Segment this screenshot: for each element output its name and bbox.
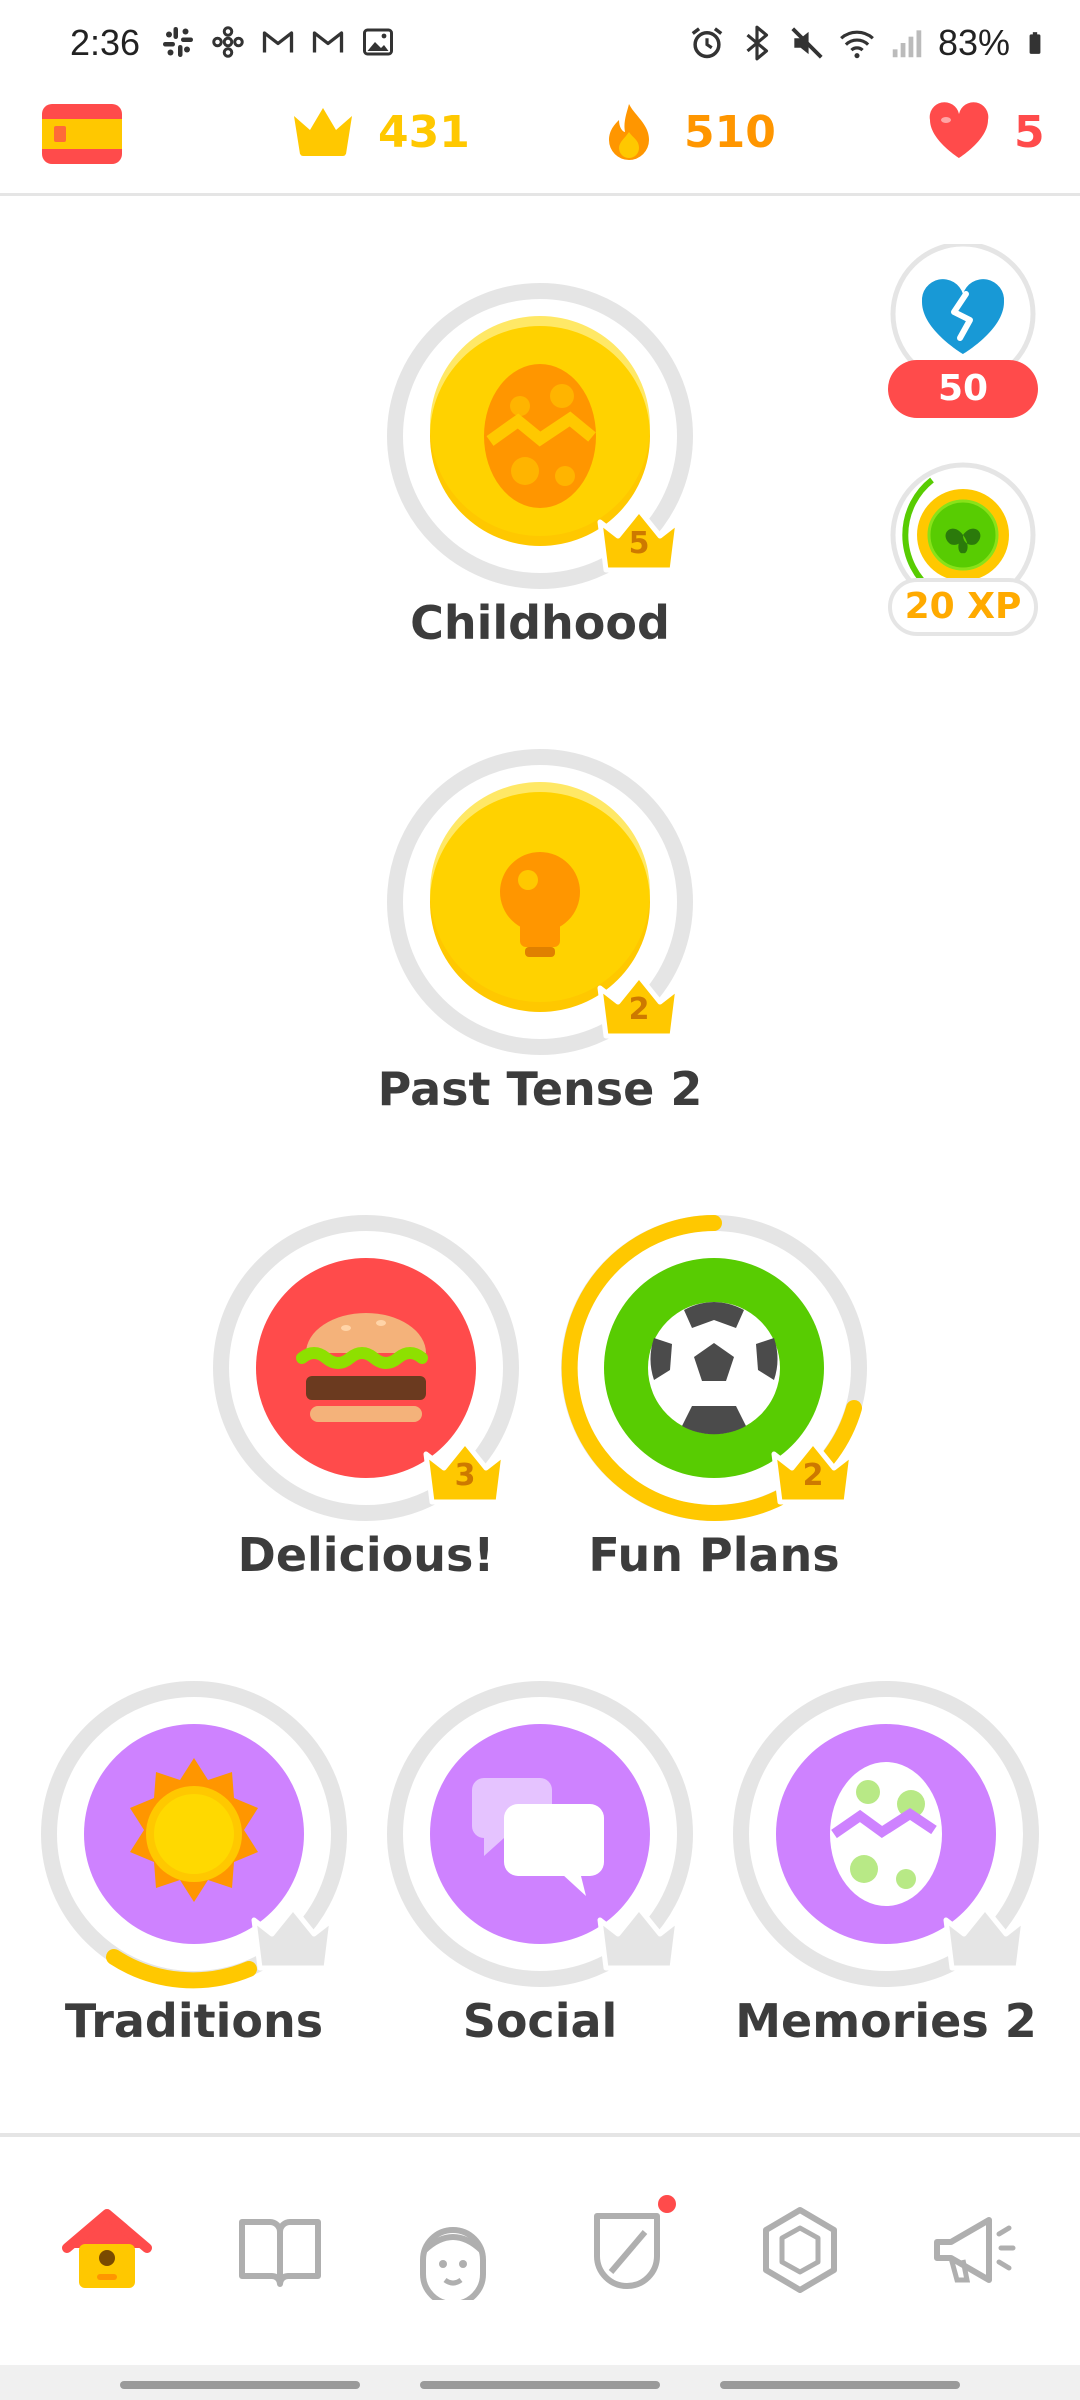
home-icon [61,2209,152,2288]
character-icon [420,2227,487,2300]
xp-boost-label: 20 XP [888,578,1038,636]
crown-level-badge [248,1902,338,1972]
top-stats-bar: 431 510 5 [0,92,1080,196]
crown-level: 2 [802,1458,824,1493]
status-bar: 2:36 83% [0,0,1080,92]
crown-level: 5 [628,526,650,561]
hearts-count: 5 [1014,106,1045,158]
skill-label: Delicious! [237,1528,495,1582]
system-gesture-bar [0,2365,1080,2400]
nav-leagues[interactable] [562,2185,692,2315]
crown-level-badge [940,1902,1030,1972]
soccer-ball-icon [648,1302,780,1435]
photo-icon [363,28,393,56]
system-icons: 83% [688,22,1048,64]
skill-delicious[interactable]: 3 Delicious! [206,1208,526,1628]
bluetooth-icon [746,25,769,61]
hearts-counter[interactable]: 5 [926,102,1045,162]
nav-home[interactable] [42,2185,172,2315]
skill-traditions[interactable]: Traditions [34,1674,354,2094]
battery-level: 83% [937,22,1010,63]
crowns-counter[interactable]: 431 [290,102,470,162]
crown-icon [251,1905,335,1971]
pinwheel-icon [212,26,244,58]
skill-label: Childhood [410,596,670,650]
xp-boost-widget[interactable]: 20 XP [888,460,1038,640]
notification-icons [160,24,396,60]
skill-fun-plans[interactable]: 2 Fun Plans [554,1208,874,1628]
mute-icon [791,27,823,59]
fire-icon [609,104,649,160]
health-refill-widget[interactable]: 50 [888,244,1038,424]
refill-cost-badge: 50 [888,360,1038,418]
crown-level-badge [594,1902,684,1972]
slack-icon [163,27,193,57]
crown-level: 3 [454,1458,476,1493]
skill-label: Traditions [64,1994,324,2048]
skill-label: Fun Plans [588,1528,840,1582]
nav-stories[interactable] [215,2185,345,2315]
crown-level-badge: 2 [768,1436,858,1506]
wifi-icon [840,30,874,59]
nav-news[interactable] [908,2185,1038,2315]
spotted-egg-icon [830,1762,942,1906]
nav-profile[interactable] [388,2185,518,2315]
battery-icon [1029,32,1041,54]
book-icon [238,2219,321,2287]
crowns-count: 431 [378,106,470,158]
notification-dot [657,2195,676,2213]
skill-past-tense-2[interactable]: 2 Past Tense 2 [378,742,702,1162]
crown-icon [943,1905,1027,1971]
crown-icon [294,108,352,156]
gesture-segment [720,2381,960,2389]
heart-icon [929,102,989,158]
shield-icon [593,2213,660,2289]
skill-childhood[interactable]: 5 Childhood [380,276,700,696]
streak-count: 510 [684,106,776,158]
gmail-icon [262,31,294,53]
gesture-segment [120,2381,360,2389]
megaphone-icon [934,2217,1016,2283]
skill-label: Past Tense 2 [377,1062,703,1116]
gesture-segment [420,2381,660,2389]
status-time: 2:36 [70,22,141,63]
skill-label: Memories 2 [735,1994,1037,2048]
bottom-divider [0,2133,1080,2137]
egg-icon [484,364,596,508]
crown-level-badge: 3 [420,1436,510,1506]
nav-shop[interactable] [735,2185,865,2315]
crown-level-badge: 5 [594,504,684,574]
skill-label: Social [462,1994,618,2048]
bottom-navigation [0,2140,1080,2360]
language-flag-button[interactable] [42,104,122,164]
crown-icon [597,1905,681,1971]
crown-level-badge: 2 [594,970,684,1040]
gmail-icon [312,31,344,53]
signal-icon [892,30,922,58]
alarm-icon [691,27,723,59]
hexagon-icon [762,2207,837,2293]
skill-memories-2[interactable]: Memories 2 [726,1674,1046,2094]
streak-counter[interactable]: 510 [596,102,776,162]
crown-level: 2 [628,992,650,1027]
spain-flag-icon [42,104,122,164]
skill-social[interactable]: Social [380,1674,700,2094]
